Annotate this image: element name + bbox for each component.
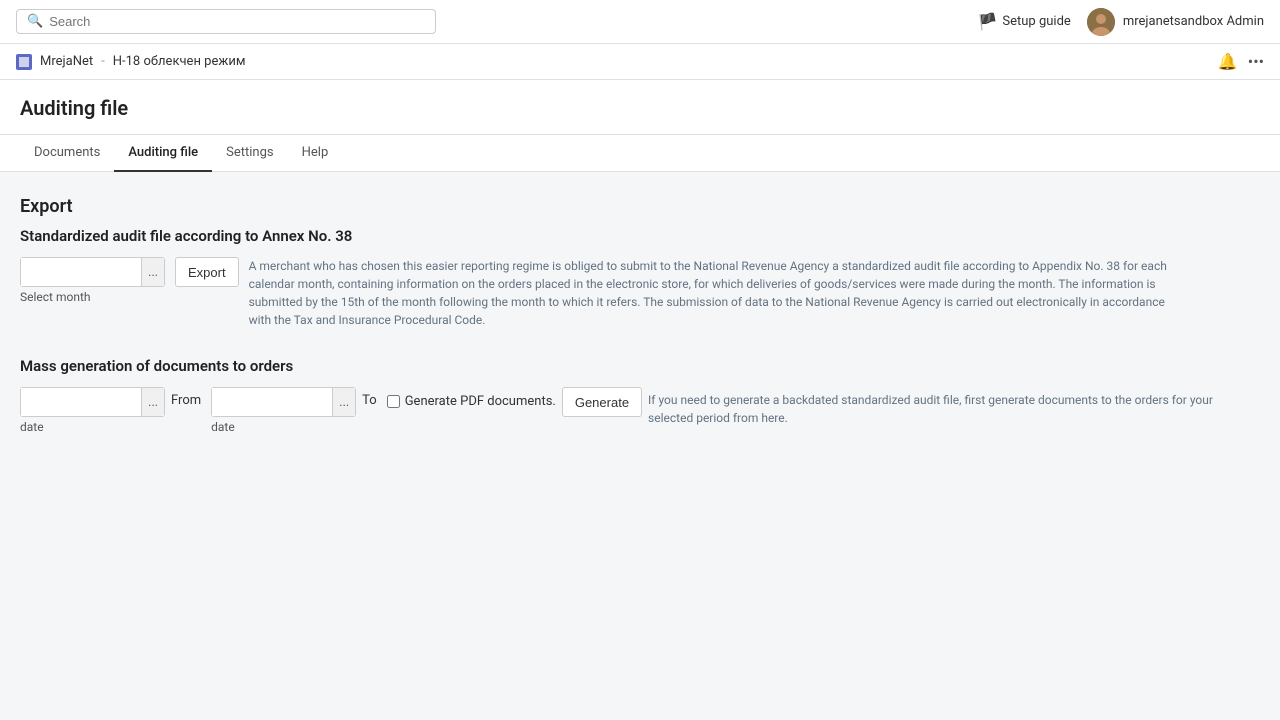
- page-header: Auditing file: [0, 80, 1280, 135]
- breadcrumb-separator: -: [101, 54, 105, 69]
- mass-gen-title: Mass generation of documents to orders: [20, 357, 1260, 375]
- more-options-icon[interactable]: •••: [1248, 52, 1264, 71]
- breadcrumb-store[interactable]: MrejaNet: [40, 54, 93, 69]
- mass-gen-row: ... date From ... date To Generate PDF d…: [20, 387, 1260, 434]
- main-content: Export Standardized audit file according…: [0, 172, 1280, 714]
- breadcrumb-bar: MrejaNet - Н-18 облекчен режим 🔔 •••: [0, 44, 1280, 80]
- from-text: From: [171, 393, 201, 408]
- from-date-input[interactable]: [21, 388, 141, 416]
- tab-settings[interactable]: Settings: [212, 135, 287, 172]
- search-input[interactable]: [49, 14, 425, 29]
- tab-auditing-file[interactable]: Auditing file: [114, 135, 212, 172]
- from-date-button[interactable]: ...: [141, 388, 164, 416]
- export-row: ... Select month Export A merchant who h…: [20, 257, 1260, 329]
- search-icon: 🔍: [27, 14, 43, 29]
- generate-pdf-wrap: Generate PDF documents.: [387, 393, 556, 411]
- generate-pdf-checkbox[interactable]: [387, 395, 400, 408]
- page-title: Auditing file: [20, 96, 1260, 134]
- generate-button[interactable]: Generate: [562, 387, 642, 417]
- to-date-wrap: ... date: [211, 387, 356, 434]
- export-section: Export Standardized audit file according…: [20, 196, 1260, 329]
- to-date-button[interactable]: ...: [332, 388, 355, 416]
- setup-guide-label: Setup guide: [1002, 14, 1070, 29]
- month-picker-wrap[interactable]: ...: [20, 257, 165, 287]
- tabs-bar: Documents Auditing file Settings Help: [0, 135, 1280, 172]
- export-section-title: Export: [20, 196, 1260, 217]
- notification-icon[interactable]: 🔔: [1218, 52, 1238, 71]
- top-navigation: 🔍 🏴 Setup guide mrejanetsandbox Admin: [0, 0, 1280, 44]
- gen-info-text: If you need to generate a backdated stan…: [648, 391, 1228, 427]
- setup-guide-button[interactable]: 🏴 Setup guide: [977, 12, 1070, 31]
- month-picker-button[interactable]: ...: [141, 258, 164, 286]
- export-info-text: A merchant who has chosen this easier re…: [249, 257, 1169, 329]
- top-right-area: 🏴 Setup guide mrejanetsandbox Admin: [977, 8, 1264, 36]
- from-date-wrap: ... date: [20, 387, 165, 434]
- export-button[interactable]: Export: [175, 257, 239, 287]
- user-menu[interactable]: mrejanetsandbox Admin: [1087, 8, 1264, 36]
- to-date-input[interactable]: [212, 388, 332, 416]
- breadcrumb-mode: Н-18 облекчен режим: [113, 54, 246, 69]
- to-text: To: [362, 393, 377, 408]
- from-date-input-wrap[interactable]: ...: [20, 387, 165, 417]
- select-month-label: Select month: [20, 290, 165, 304]
- tab-documents[interactable]: Documents: [20, 135, 114, 172]
- month-input[interactable]: [21, 258, 141, 286]
- from-date-label: date: [20, 420, 165, 434]
- generate-pdf-label[interactable]: Generate PDF documents.: [405, 393, 556, 411]
- tab-help[interactable]: Help: [288, 135, 343, 172]
- to-date-label: date: [211, 420, 356, 434]
- flag-icon: 🏴: [977, 12, 997, 31]
- user-name: mrejanetsandbox Admin: [1123, 14, 1264, 29]
- mass-gen-section: Mass generation of documents to orders .…: [20, 357, 1260, 434]
- annex-subsection-title: Standardized audit file according to Ann…: [20, 227, 1260, 245]
- to-date-input-wrap[interactable]: ...: [211, 387, 356, 417]
- avatar: [1087, 8, 1115, 36]
- search-bar[interactable]: 🔍: [16, 9, 436, 34]
- store-icon: [16, 54, 32, 70]
